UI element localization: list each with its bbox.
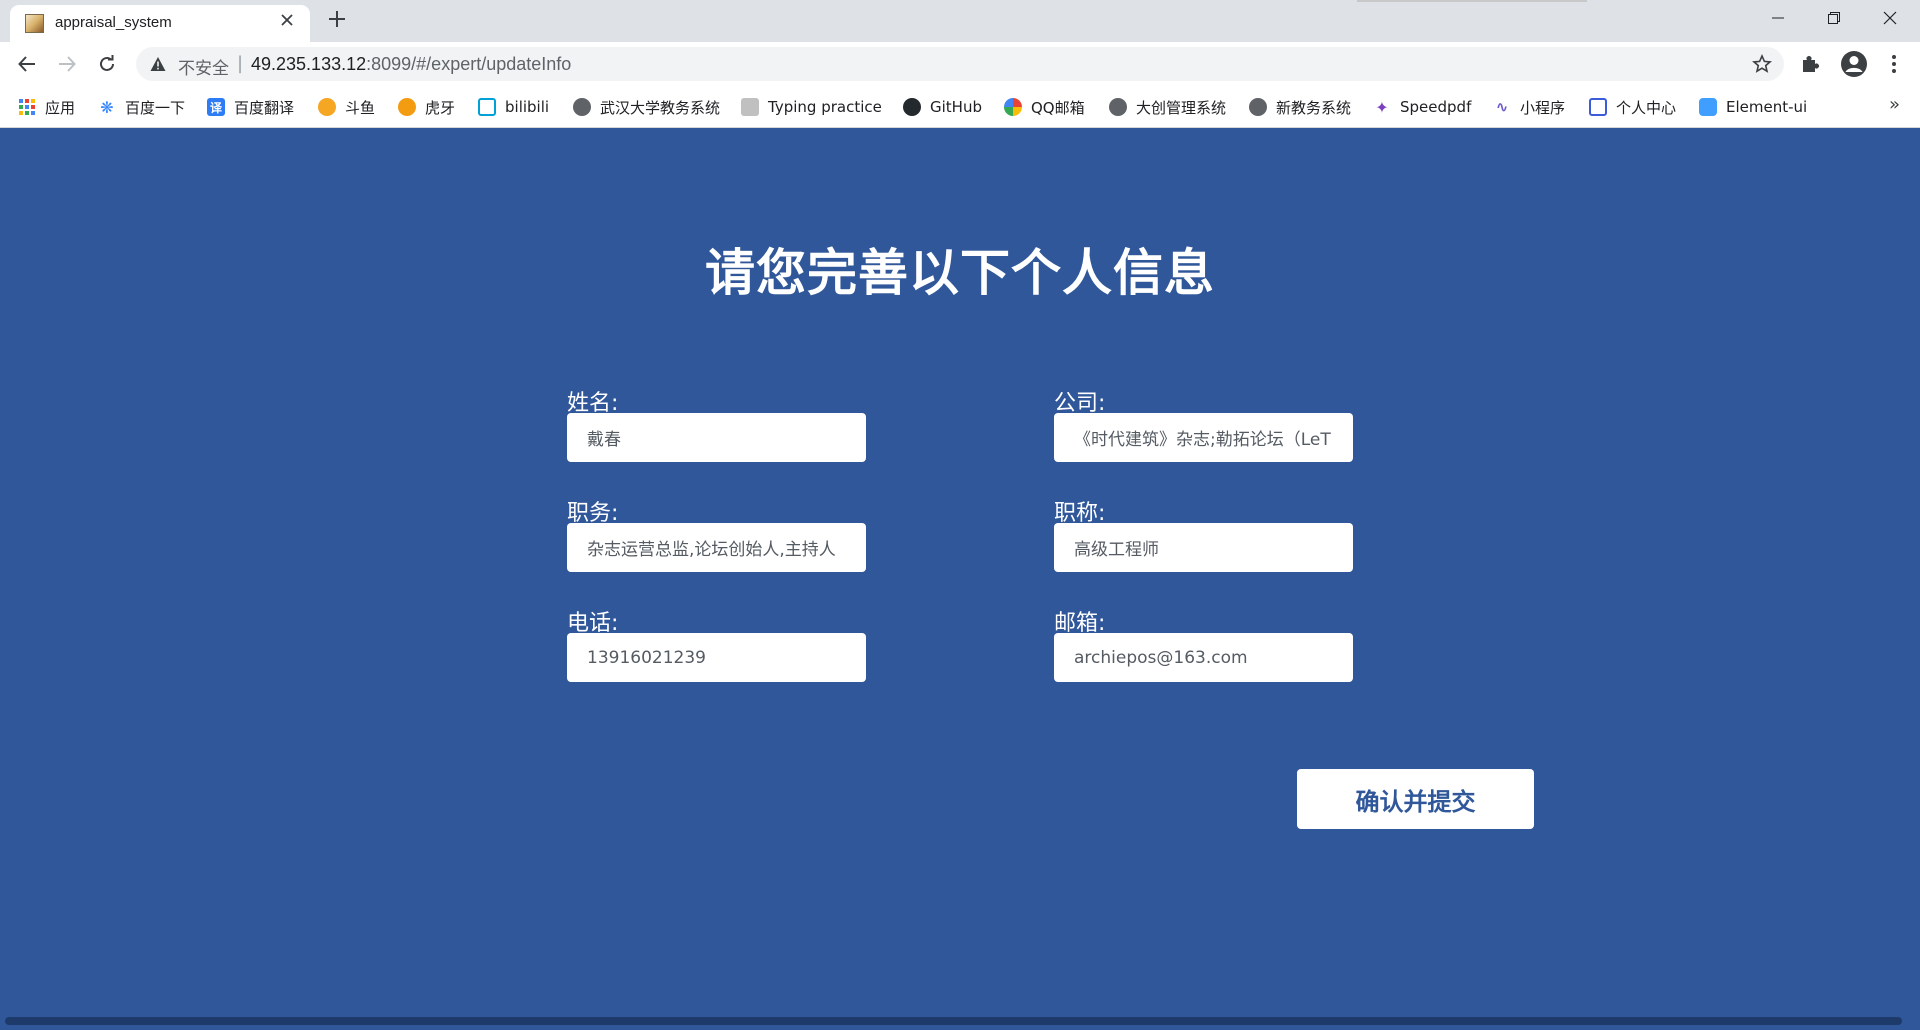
url-path: :8099/#/expert/updateInfo (366, 54, 572, 74)
horizontal-scrollbar[interactable] (5, 1017, 1902, 1025)
bookmark-personal-center[interactable]: 个人中心 (1589, 96, 1676, 118)
confirm-submit-button[interactable]: 确认并提交 (1297, 769, 1534, 829)
bookmark-baidu-translate[interactable]: 译百度翻译 (207, 96, 294, 118)
qq-mail-icon (1004, 98, 1022, 116)
browser-tab[interactable]: appraisal_system (10, 5, 310, 42)
tab-title: appraisal_system (55, 14, 172, 31)
tab-strip: appraisal_system (0, 0, 1920, 42)
bookmarks-bar: 应用 ❋ 百度一下 译百度翻译 斗鱼 虎牙 bilibili 武汉大学教务系统 T… (0, 86, 1920, 128)
browser-menu-icon[interactable] (1882, 52, 1906, 76)
bookmark-bilibili[interactable]: bilibili (478, 96, 549, 118)
page-content: 请您完善以下个人信息 姓名: 公司: 职务: 职称: 电话: 邮箱: 确认并提交 (0, 129, 1920, 1030)
bookmark-label: Speedpdf (1400, 98, 1472, 116)
github-icon (903, 98, 921, 116)
bookmark-dachuang[interactable]: 大创管理系统 (1109, 96, 1226, 118)
bookmark-label: 应用 (45, 98, 76, 117)
bookmark-speedpdf[interactable]: ✦ Speedpdf (1373, 96, 1471, 118)
reload-icon[interactable] (92, 49, 122, 79)
close-window-icon[interactable] (1862, 0, 1918, 36)
baidu-translate-icon: 译 (207, 98, 225, 116)
bookmark-label: 武汉大学教务系统 (600, 98, 721, 117)
globe-icon (1249, 98, 1267, 116)
bookmark-star-icon[interactable] (1752, 54, 1772, 74)
bookmark-baidu[interactable]: ❋ 百度一下 (98, 96, 185, 118)
bookmark-label: 个人中心 (1616, 98, 1677, 117)
bookmark-element-ui[interactable]: Element-ui (1699, 96, 1807, 118)
bookmark-github[interactable]: GitHub (903, 96, 982, 118)
globe-icon (1109, 98, 1127, 116)
bilibili-icon (478, 98, 496, 116)
miniprogram-icon: ∿ (1495, 98, 1509, 116)
douyu-icon (318, 98, 336, 116)
bookmark-qq-mail[interactable]: QQ邮箱 (1004, 96, 1085, 118)
extensions-puzzle-icon[interactable] (1800, 53, 1822, 75)
bookmark-label: 百度翻译 (234, 98, 295, 117)
close-tab-icon[interactable] (276, 11, 298, 33)
bookmark-apps[interactable]: 应用 (18, 96, 75, 118)
bookmark-new-jiaowu[interactable]: 新教务系统 (1249, 96, 1351, 118)
bookmark-label: 大创管理系统 (1136, 98, 1227, 117)
bookmark-whu[interactable]: 武汉大学教务系统 (573, 96, 720, 118)
new-tab-button[interactable] (322, 7, 352, 35)
element-ui-icon (1699, 98, 1717, 116)
more-bookmarks-chevron-icon[interactable]: » (1889, 94, 1900, 115)
bookmark-label: 小程序 (1520, 98, 1566, 117)
baidu-paw-icon: ❋ (100, 97, 114, 117)
apps-grid-icon (18, 98, 36, 116)
url-separator: | (237, 53, 244, 74)
phone-input[interactable] (567, 633, 866, 682)
huya-icon (398, 98, 416, 116)
title-rank-input[interactable] (1054, 523, 1353, 572)
url-host: 49.235.133.12 (251, 54, 367, 74)
bookmark-label: GitHub (930, 98, 982, 116)
company-input[interactable] (1054, 413, 1353, 462)
speedpdf-icon: ✦ (1375, 97, 1389, 117)
typing-practice-icon (741, 98, 759, 116)
bookmark-label: Typing practice (768, 98, 882, 116)
bookmark-typing-practice[interactable]: Typing practice (741, 96, 882, 118)
bookmark-huya[interactable]: 虎牙 (398, 96, 455, 118)
bookmark-label: 斗鱼 (345, 98, 376, 117)
not-secure-label[interactable]: 不安全 (178, 54, 229, 79)
bookmark-label: bilibili (505, 98, 550, 116)
back-arrow-icon[interactable] (12, 49, 42, 79)
tab-strip-decoration (1357, 0, 1587, 2)
restore-window-icon[interactable] (1806, 0, 1862, 36)
page-title: 请您完善以下个人信息 (705, 244, 1215, 302)
bookmark-label: 新教务系统 (1276, 98, 1352, 117)
bookmark-label: QQ邮箱 (1031, 98, 1085, 117)
email-input[interactable] (1054, 633, 1353, 682)
bookmark-label: 百度一下 (125, 98, 186, 117)
minimize-window-icon[interactable] (1750, 0, 1806, 36)
bookmark-douyu[interactable]: 斗鱼 (318, 96, 375, 118)
browser-toolbar: 不安全 | 49.235.133.12:8099/#/expert/update… (0, 42, 1920, 86)
profile-avatar-icon[interactable] (1840, 50, 1868, 78)
site-favicon-icon (25, 14, 44, 33)
address-bar[interactable]: 不安全 | 49.235.133.12:8099/#/expert/update… (136, 47, 1784, 81)
name-input[interactable] (567, 413, 866, 462)
bookmark-miniprogram[interactable]: ∿ 小程序 (1493, 96, 1565, 118)
bookmark-label: Element-ui (1726, 98, 1808, 116)
position-input[interactable] (567, 523, 866, 572)
url-text[interactable]: 49.235.133.12:8099/#/expert/updateInfo (251, 54, 571, 75)
bookmark-label: 虎牙 (425, 98, 456, 117)
personal-center-icon (1589, 98, 1607, 116)
forward-arrow-icon[interactable] (52, 49, 82, 79)
not-secure-warning-icon[interactable] (150, 56, 166, 72)
globe-icon (573, 98, 591, 116)
